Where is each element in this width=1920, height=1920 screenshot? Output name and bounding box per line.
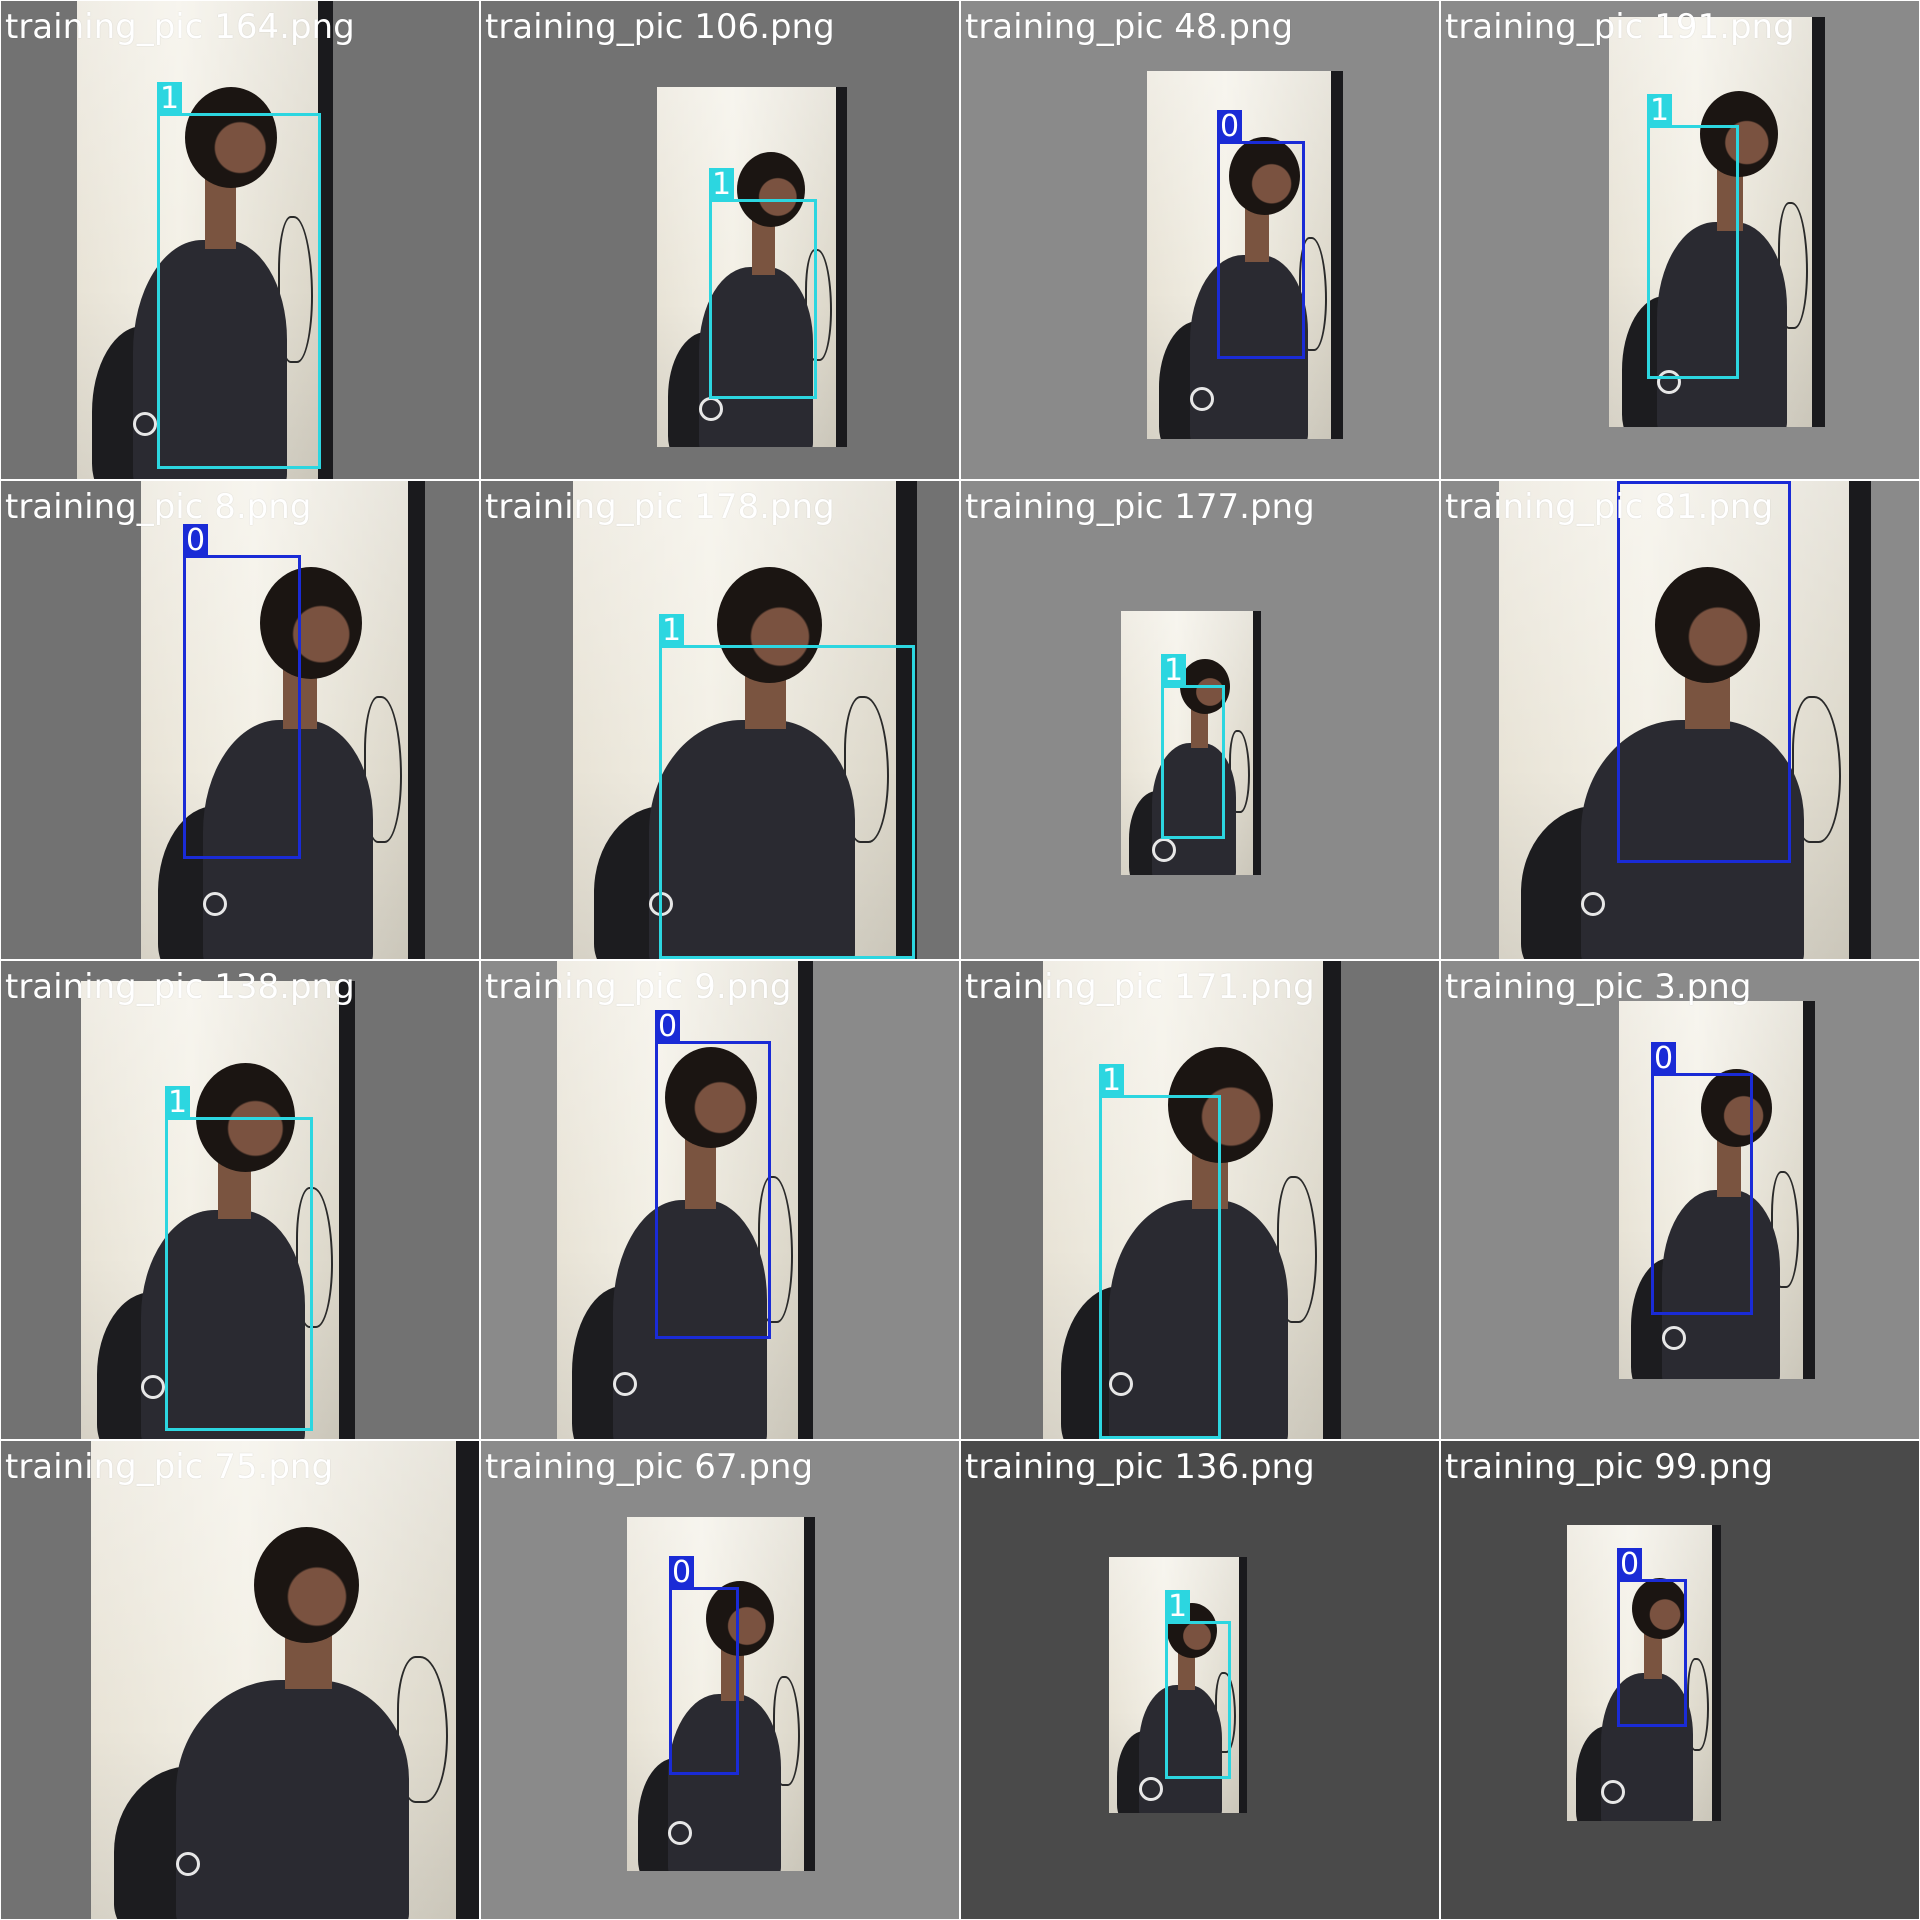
class-label-tag: 1 — [1647, 94, 1673, 128]
tile-filename: training_pic 3.png — [1445, 967, 1752, 1007]
class-label-tag: 0 — [183, 524, 209, 558]
bounding-box: 0 — [1651, 1042, 1753, 1315]
bounding-box: 0 — [669, 1556, 739, 1775]
tile-filename: training_pic 75.png — [5, 1447, 334, 1487]
class-label-tag: 0 — [669, 1556, 695, 1590]
bounding-box: 0 — [655, 1010, 771, 1339]
training-batch-mosaic: 1 training_pic 164.png 1 training_pic 106.p… — [0, 0, 1920, 1920]
class-label-tag: 0 — [1617, 481, 1643, 484]
class-label-tag: 1 — [659, 614, 685, 648]
mosaic-tile: training_pic 75.png — [1, 1441, 479, 1919]
mosaic-tile: 0 training_pic 67.png — [481, 1441, 959, 1919]
training-photo — [91, 1441, 479, 1919]
chair-logo-icon — [1190, 387, 1214, 411]
class-label-tag: 0 — [1617, 1548, 1643, 1582]
bounding-box: 1 — [1099, 1064, 1221, 1439]
bounding-box: 0 — [1617, 1548, 1687, 1727]
chair-logo-icon — [613, 1372, 637, 1396]
tile-filename: training_pic 9.png — [485, 967, 792, 1007]
mosaic-tile: 0 training_pic 8.png — [1, 481, 479, 959]
class-label-tag: 1 — [165, 1086, 191, 1120]
bounding-box: 1 — [1165, 1590, 1231, 1779]
tile-filename: training_pic 138.png — [5, 967, 355, 1007]
tile-filename: training_pic 67.png — [485, 1447, 814, 1487]
mosaic-tile: 1 training_pic 177.png — [961, 481, 1439, 959]
bounding-box: 1 — [709, 168, 817, 399]
chair-logo-icon — [203, 892, 227, 916]
mosaic-tile: 0 training_pic 9.png — [481, 961, 959, 1439]
tile-filename: training_pic 106.png — [485, 7, 835, 47]
mosaic-tile: 0 training_pic 81.png — [1441, 481, 1919, 959]
bounding-box: 1 — [1647, 94, 1739, 379]
bounding-box: 1 — [165, 1086, 313, 1431]
tile-filename: training_pic 191.png — [1445, 7, 1795, 47]
chair-logo-icon — [141, 1375, 165, 1399]
mosaic-tile: 0 training_pic 48.png — [961, 1, 1439, 479]
bounding-box: 0 — [1617, 481, 1791, 863]
tile-filename: training_pic 177.png — [965, 487, 1315, 527]
chair-logo-icon — [1581, 892, 1605, 916]
class-label-tag: 1 — [1165, 1590, 1191, 1624]
class-label-tag: 0 — [1217, 110, 1243, 144]
mosaic-tile: 0 training_pic 99.png — [1441, 1441, 1919, 1919]
mosaic-tile: 1 training_pic 178.png — [481, 481, 959, 959]
mosaic-tile: 1 training_pic 138.png — [1, 961, 479, 1439]
chair-logo-icon — [1139, 1777, 1163, 1801]
mosaic-tile: 1 training_pic 191.png — [1441, 1, 1919, 479]
chair-logo-icon — [133, 412, 157, 436]
chair-logo-icon — [1152, 838, 1176, 862]
class-label-tag: 1 — [157, 82, 183, 116]
bounding-box: 0 — [183, 524, 301, 859]
mosaic-tile: 0 training_pic 3.png — [1441, 961, 1919, 1439]
chair-logo-icon — [668, 1821, 692, 1845]
bounding-box: 0 — [1217, 110, 1305, 359]
class-label-tag: 1 — [1099, 1064, 1125, 1098]
tile-filename: training_pic 99.png — [1445, 1447, 1774, 1487]
class-label-tag: 0 — [1651, 1042, 1677, 1076]
tile-filename: training_pic 178.png — [485, 487, 835, 527]
bounding-box: 1 — [659, 614, 915, 959]
class-label-tag: 0 — [655, 1010, 681, 1044]
mosaic-tile: 1 training_pic 136.png — [961, 1441, 1439, 1919]
tile-filename: training_pic 8.png — [5, 487, 312, 527]
class-label-tag: 1 — [1161, 654, 1187, 688]
tile-filename: training_pic 48.png — [965, 7, 1294, 47]
bounding-box: 1 — [1161, 654, 1225, 839]
mosaic-tile: 1 training_pic 106.png — [481, 1, 959, 479]
chair-logo-icon — [176, 1852, 200, 1876]
mosaic-tile: 1 training_pic 164.png — [1, 1, 479, 479]
tile-filename: training_pic 171.png — [965, 967, 1315, 1007]
bounding-box: 1 — [157, 82, 321, 469]
chair-logo-icon — [1601, 1780, 1625, 1804]
tile-filename: training_pic 136.png — [965, 1447, 1315, 1487]
tile-filename: training_pic 164.png — [5, 7, 355, 47]
mosaic-tile: 1 training_pic 171.png — [961, 961, 1439, 1439]
chair-logo-icon — [699, 397, 723, 421]
chair-logo-icon — [1662, 1326, 1686, 1350]
tile-filename: training_pic 81.png — [1445, 487, 1774, 527]
class-label-tag: 1 — [709, 168, 735, 202]
